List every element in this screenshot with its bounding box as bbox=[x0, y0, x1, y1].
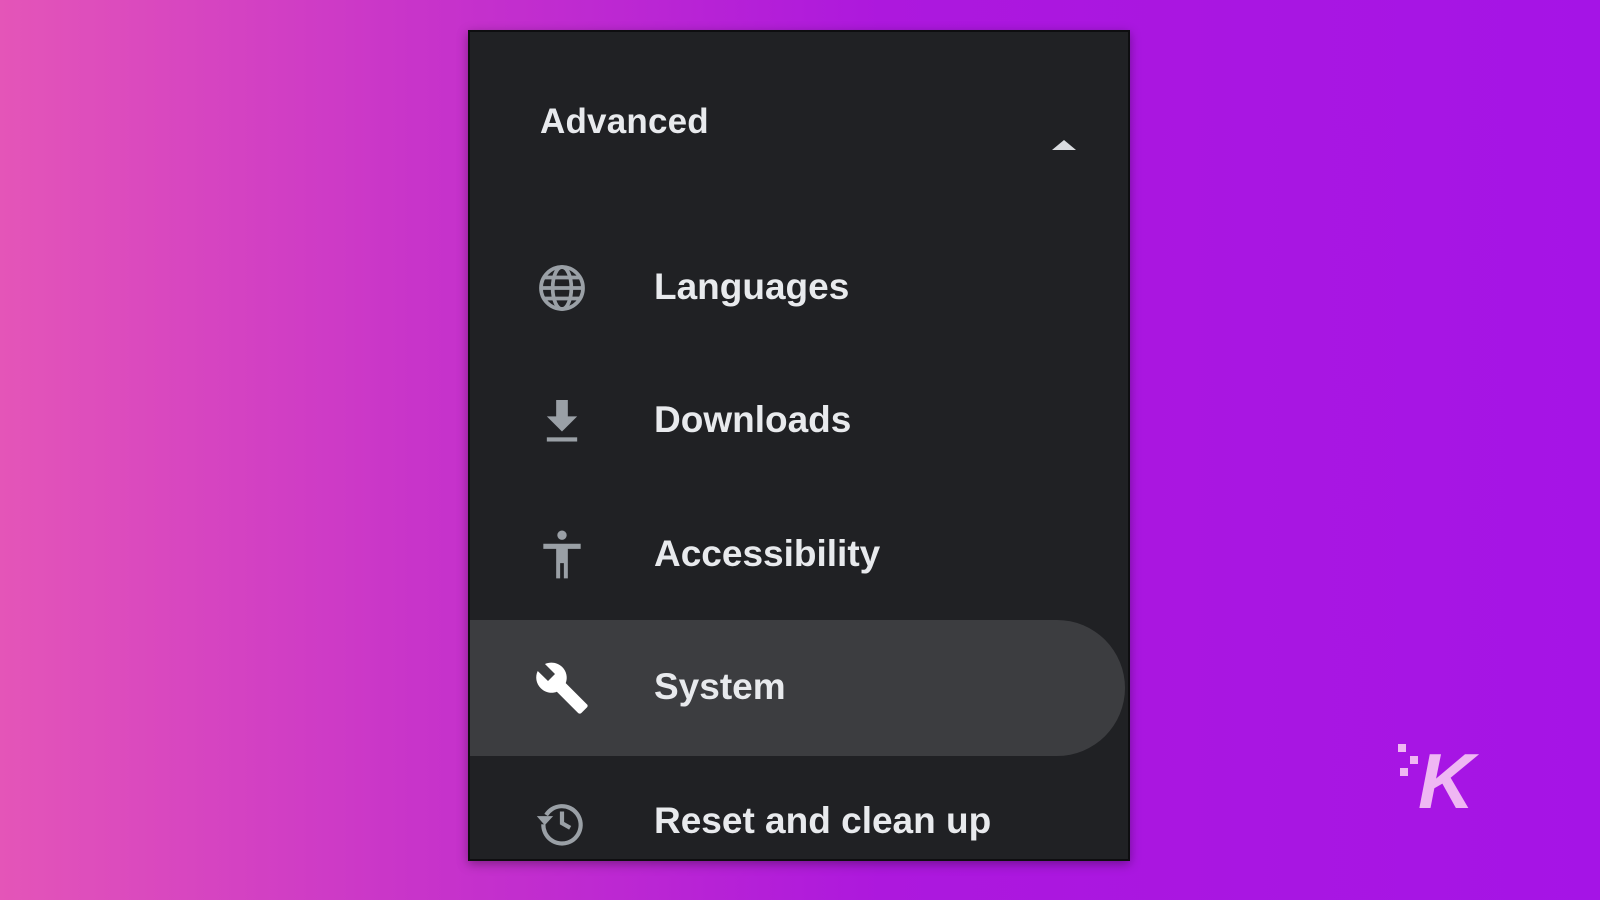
chevron-up-icon[interactable] bbox=[1052, 140, 1076, 150]
menu-item-label: Downloads bbox=[654, 399, 852, 440]
menu-item-label: System bbox=[654, 666, 786, 707]
logo-dot bbox=[1400, 768, 1408, 776]
menu-item-accessibility[interactable]: Accessibility bbox=[470, 487, 1125, 623]
menu-item-system[interactable]: System bbox=[470, 620, 1125, 756]
settings-menu-panel: Advanced Languages Downloads Accessibili… bbox=[468, 30, 1130, 861]
advanced-section-title: Advanced bbox=[540, 102, 709, 141]
menu-item-reset-and-clean-up[interactable]: Reset and clean up bbox=[470, 754, 1125, 859]
logo-dot bbox=[1410, 756, 1418, 764]
knowtechie-logo-icon: K bbox=[1392, 740, 1492, 840]
advanced-section-header[interactable]: Advanced bbox=[470, 32, 1128, 210]
menu-item-label: Languages bbox=[654, 266, 850, 307]
menu-item-languages[interactable]: Languages bbox=[470, 220, 1125, 356]
download-icon bbox=[534, 393, 590, 449]
logo-letter: K bbox=[1418, 737, 1475, 825]
globe-icon bbox=[534, 260, 590, 316]
menu-item-downloads[interactable]: Downloads bbox=[470, 353, 1125, 489]
logo-dot bbox=[1398, 744, 1406, 752]
menu-item-label: Reset and clean up bbox=[654, 800, 992, 841]
menu-item-label: Accessibility bbox=[654, 533, 881, 574]
wrench-icon bbox=[534, 660, 590, 716]
accessibility-icon bbox=[534, 527, 590, 583]
restore-icon bbox=[534, 794, 590, 850]
